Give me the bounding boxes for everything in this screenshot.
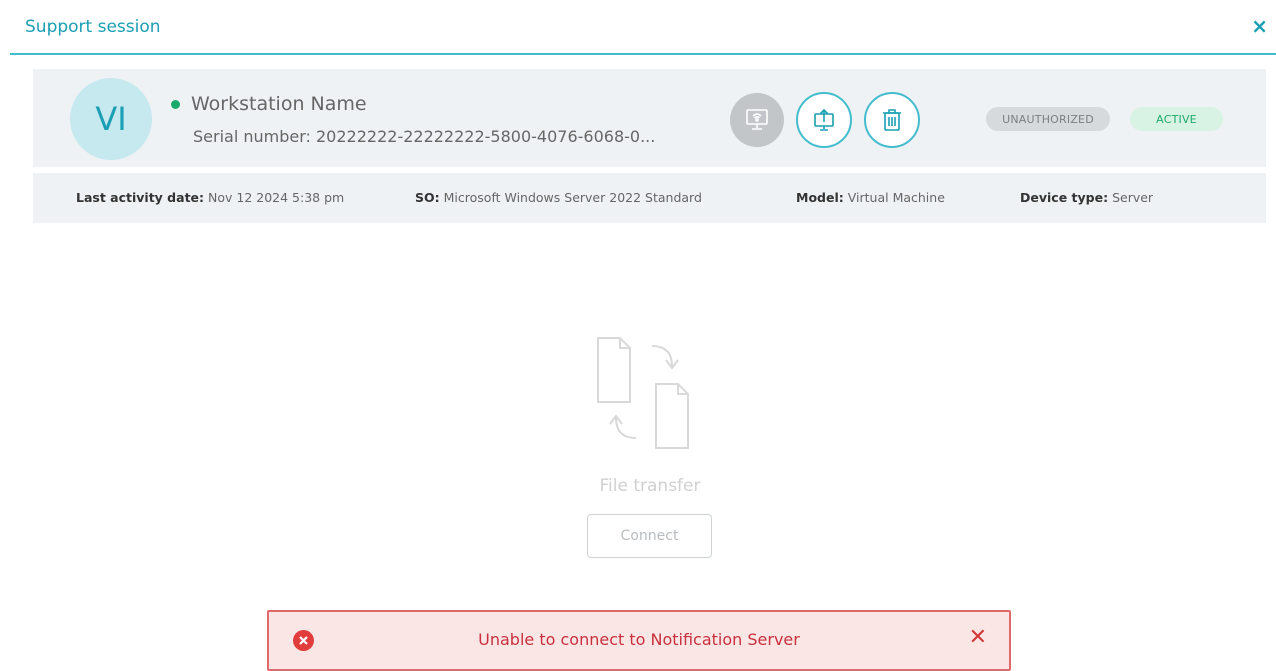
last-activity-label: Last activity date: [76,190,205,205]
model-value: Virtual Machine [847,190,945,205]
unauthorized-badge: UNAUTHORIZED [986,107,1110,131]
file-transfer-icon [597,337,689,449]
remote-control-button[interactable] [730,93,784,147]
upload-monitor-icon [814,108,834,131]
device-type-value: Server [1112,190,1154,205]
device-card: VI Workstation Name Serial number: 20222… [33,69,1266,167]
device-name: Workstation Name [191,93,367,115]
os-value: Microsoft Windows Server 2022 Standard [443,190,702,205]
close-icon[interactable]: × [1251,16,1268,36]
active-badge: ACTIVE [1130,107,1223,131]
os-info: SO: Microsoft Windows Server 2022 Standar… [415,190,702,206]
trash-icon [883,109,901,131]
model-label: Model: [796,190,844,205]
toast-message: Unable to connect to Notification Server [478,630,800,649]
avatar: VI [70,78,152,160]
toast-close-icon[interactable]: ✕ [969,627,987,649]
remote-monitor-icon [746,109,768,130]
last-activity-value: Nov 12 2024 5:38 pm [208,190,345,205]
os-label: SO: [415,190,440,205]
connect-button[interactable]: Connect [587,514,712,558]
online-status-dot [171,100,180,109]
model-info: Model: Virtual Machine [796,190,945,206]
error-toast: Unable to connect to Notification Server… [267,610,1011,671]
file-transfer-label: File transfer [599,476,701,496]
device-info-bar: Last activity date: Nov 12 2024 5:38 pm S… [33,173,1266,223]
last-activity-info: Last activity date: Nov 12 2024 5:38 pm [76,190,344,206]
delete-button[interactable] [864,92,920,148]
serial-number: Serial number: 20222222-22222222-5800-40… [193,127,656,146]
device-type-info: Device type: Server [1020,190,1153,206]
dialog-header: Support session × [10,0,1276,55]
dialog-title: Support session [25,17,161,37]
device-type-label: Device type: [1020,190,1109,205]
file-transfer-button[interactable] [796,92,852,148]
